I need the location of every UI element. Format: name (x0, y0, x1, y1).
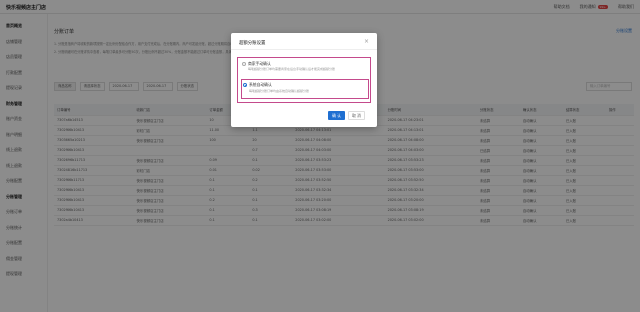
radio-manual-confirm[interactable] (242, 62, 246, 66)
radio-auto-confirm[interactable] (243, 83, 247, 87)
options-group: 商家手动确认 每笔超额分账订单均需要商家在后台手动确认后才能完成超额分账 系统自… (237, 57, 371, 103)
dialog-divider (231, 49, 377, 50)
option-auto-label: 系统自动确认 (249, 82, 272, 87)
cancel-button[interactable]: 取 消 (348, 111, 365, 120)
option-manual-confirm[interactable]: 商家手动确认 每笔超额分账订单均需要商家在后台手动确认后才能完成超额分账 (242, 61, 368, 75)
option-manual-desc: 每笔超额分账订单均需要商家在后台手动确认后才能完成超额分账 (248, 67, 336, 71)
option-auto-confirm[interactable]: 系统自动确认 每笔超额分账订单均由系统自动确认超额分账 (241, 79, 369, 99)
option-auto-desc: 每笔超额分账订单均由系统自动确认超额分账 (249, 89, 310, 93)
confirm-button[interactable]: 确 认 (328, 111, 345, 120)
close-icon[interactable]: × (364, 38, 369, 45)
dialog-title: 超额分账设置 (239, 41, 266, 46)
over-split-settings-dialog: 超额分账设置 × 商家手动确认 每笔超额分账订单均需要商家在后台手动确认后才能完… (231, 33, 377, 127)
